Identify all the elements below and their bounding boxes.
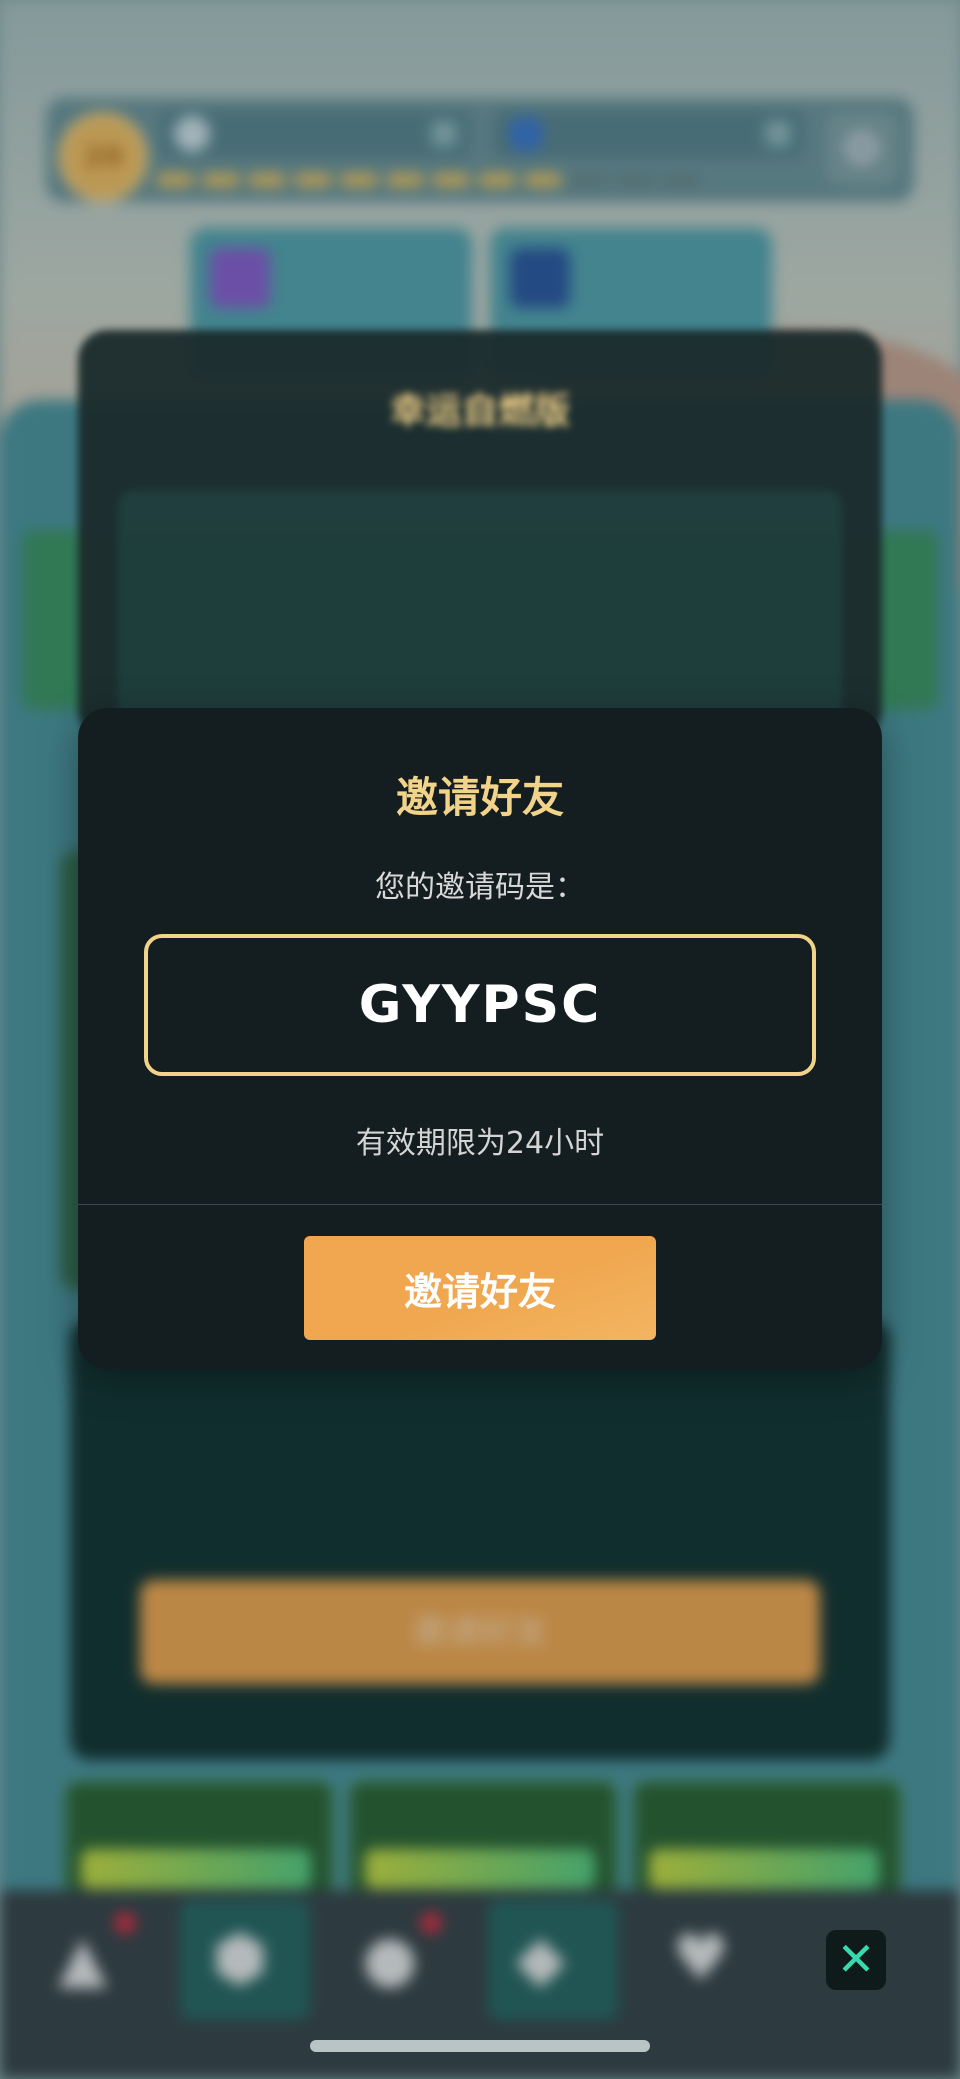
modal-title: 邀请好友 bbox=[395, 773, 564, 822]
expiry-note: 有效期限为24小时 bbox=[355, 1126, 605, 1161]
invite-friends-button[interactable]: 邀请好友 bbox=[304, 1236, 656, 1340]
invite-code-value: GYYPSC bbox=[358, 975, 602, 1035]
home-indicator[interactable] bbox=[310, 2040, 650, 2052]
invite-code-box: GYYPSC bbox=[144, 934, 816, 1076]
invite-code-label: 您的邀请码是： bbox=[375, 870, 585, 905]
close-icon[interactable]: ✕ bbox=[826, 1930, 886, 1990]
back-modal-text-box bbox=[118, 490, 842, 730]
invite-friend-modal: 邀请好友 您的邀请码是： GYYPSC 有效期限为24小时 邀请好友 bbox=[78, 708, 882, 1369]
back-modal-title: 幸运自燃版 bbox=[389, 391, 570, 432]
back-modal: 幸运自燃版 bbox=[78, 330, 882, 740]
modal-divider bbox=[78, 1204, 882, 1205]
